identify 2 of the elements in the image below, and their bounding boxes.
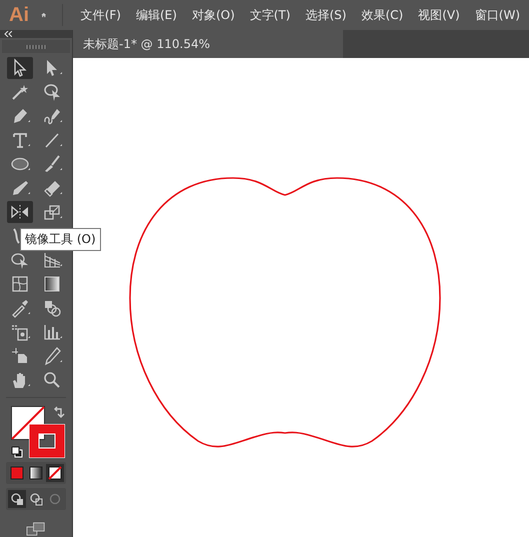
app-logo: Ai xyxy=(8,4,30,26)
tooltip: 镜像工具 (O) xyxy=(20,228,101,251)
